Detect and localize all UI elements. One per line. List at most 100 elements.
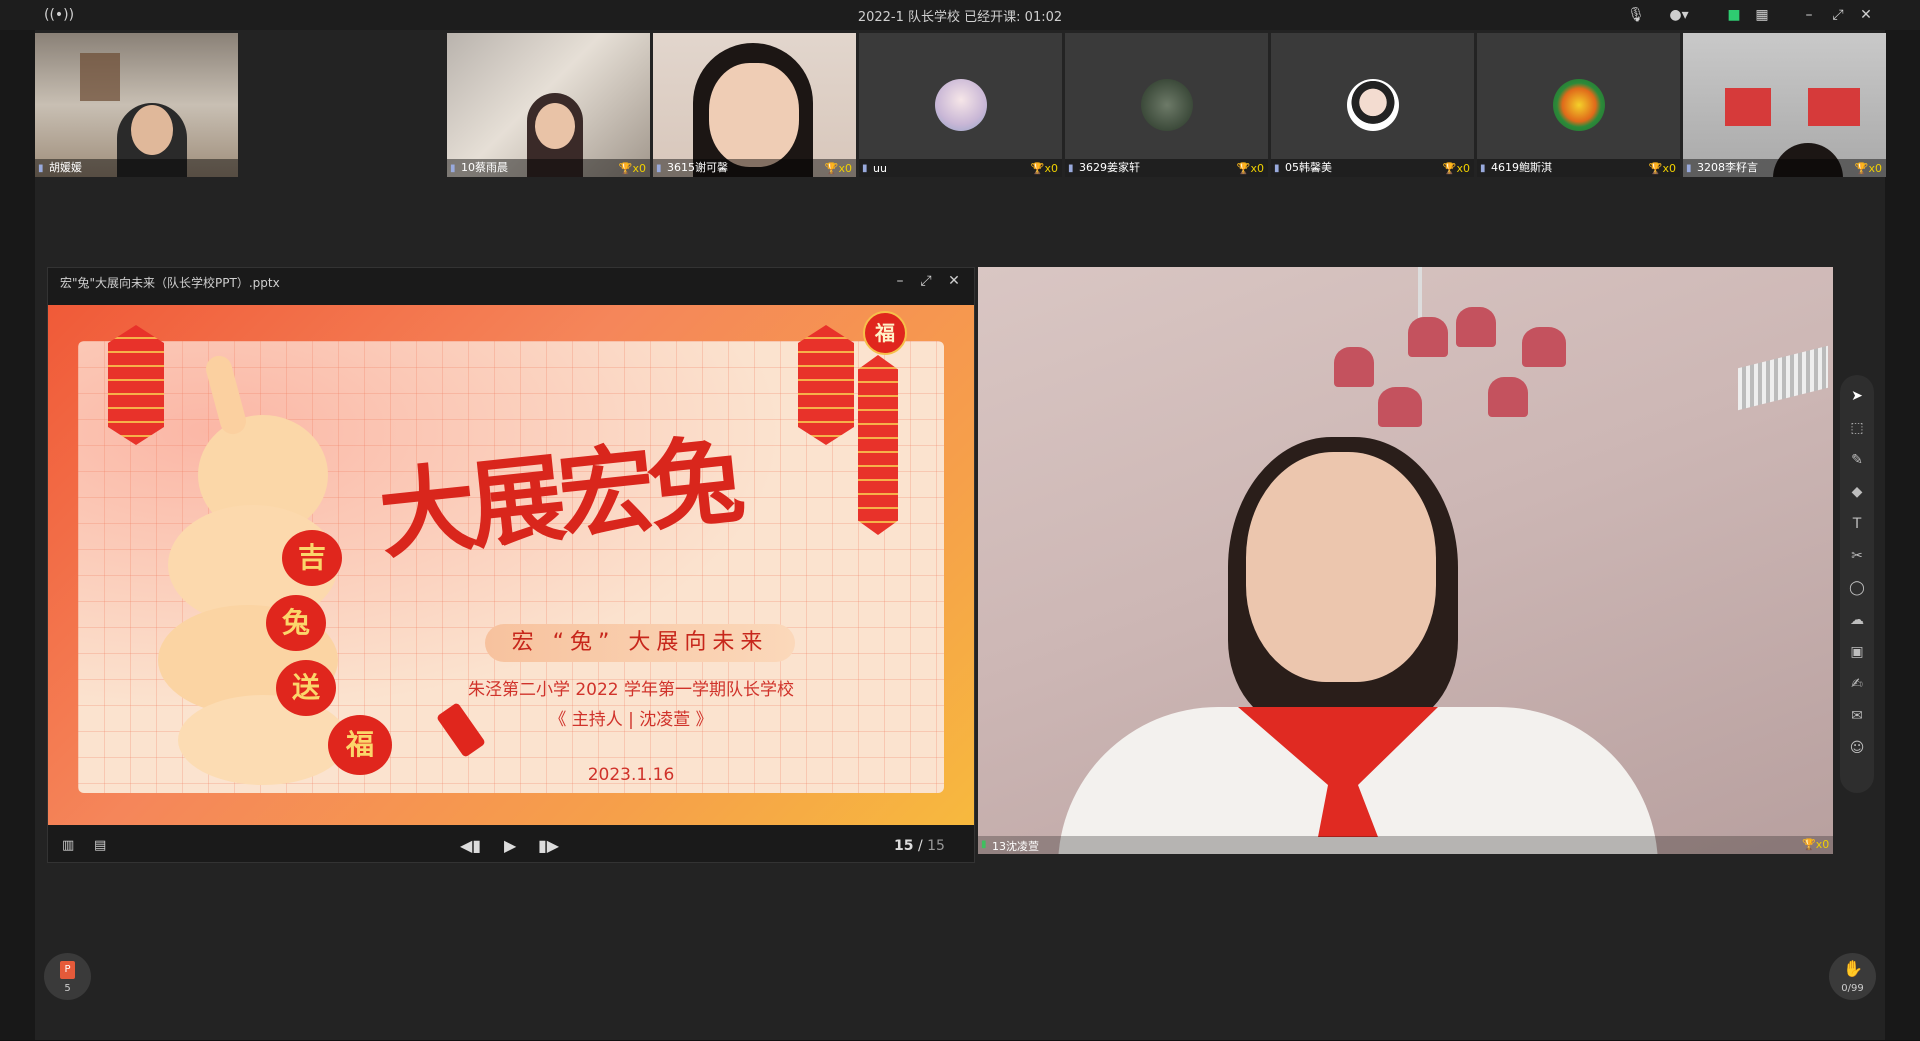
participant-name: 05韩馨美: [1285, 161, 1332, 174]
page-separator: /: [917, 838, 923, 854]
poster-shape: [1725, 88, 1771, 126]
participant-tile[interactable]: ▮ 05韩馨美 🏆x0: [1271, 33, 1474, 177]
total-pages: 15: [927, 838, 945, 854]
raise-hand-button[interactable]: ✋ 0/99: [1829, 953, 1876, 1000]
participant-tile[interactable]: ▮ 胡媛媛: [35, 33, 238, 177]
trophy-value: x0: [632, 162, 646, 175]
toolbox-icon[interactable]: ▣: [1846, 641, 1868, 663]
participant-name: 10蔡雨晨: [461, 161, 508, 174]
avatar: [1553, 79, 1605, 131]
trophy-count: 🏆x0: [1236, 162, 1264, 175]
face-shape: [131, 105, 173, 155]
trophy-value: x0: [1662, 162, 1676, 175]
ppt-list-button[interactable]: P 5: [44, 953, 91, 1000]
mic-icon: ▮: [1068, 163, 1074, 174]
participant-name: 胡媛媛: [49, 161, 82, 174]
mic-icon: ▮: [1480, 163, 1486, 174]
thumbnail-view-icon[interactable]: ▥: [62, 838, 80, 854]
ppt-controls: ▥ ▤ ◀▮ ▶ ▮▶ 15 / 15: [48, 832, 974, 862]
hand-count: 0/99: [1841, 983, 1864, 994]
participant-name: 3208李籽言: [1697, 161, 1758, 174]
face-shape: [1246, 452, 1436, 682]
prev-slide-icon[interactable]: ◀▮: [460, 836, 482, 856]
title-bar: ((•)) 2022-1 队长学校 已经开课: 01:02 🎙▾ ●▾ ■ ▦ …: [0, 0, 1920, 45]
slide-date: 2023.1.16: [587, 765, 675, 785]
minimize-button[interactable]: –: [1797, 4, 1821, 26]
select-icon[interactable]: ⬚: [1846, 417, 1868, 439]
avatar: [1141, 79, 1193, 131]
trophy-count: 🏆x0: [824, 162, 852, 175]
participant-name: uu: [873, 162, 887, 175]
play-icon[interactable]: ▶: [504, 836, 526, 856]
grid-icon[interactable]: ▦: [1750, 4, 1774, 26]
ppt-window[interactable]: 宏"兔"大展向未来（队长学校PPT）.pptx – ⤢ ✕ 福 吉 兔 送 福 …: [47, 267, 975, 863]
ppt-file-icon: P: [60, 961, 75, 979]
mic-icon: ▮: [1274, 163, 1280, 174]
avatar: [1347, 79, 1399, 131]
trophy-value: x0: [1456, 162, 1470, 175]
share-icon[interactable]: ■: [1722, 4, 1746, 26]
lantern: 送: [276, 660, 336, 716]
fu-badge: 福: [863, 311, 907, 355]
users-icon[interactable]: ☺: [1846, 737, 1868, 759]
ppt-minimize-button[interactable]: –: [889, 270, 911, 292]
slide: 福 吉 兔 送 福 大展宏兔 宏 “兔” 大展向未来 朱泾第二小学 2022 学…: [48, 305, 974, 825]
trophy-count: 🏆x0: [1854, 162, 1882, 175]
pen-icon[interactable]: ✎: [1846, 449, 1868, 471]
trophy-value: x0: [1044, 162, 1058, 175]
trophy-value: x0: [1250, 162, 1264, 175]
eraser-icon[interactable]: ◆: [1846, 481, 1868, 503]
hand-icon: ✋: [1843, 959, 1863, 978]
mic-icon[interactable]: 🎙▾: [1624, 4, 1648, 45]
ppt-maximize-button[interactable]: ⤢: [915, 270, 937, 292]
participant-tile[interactable]: ▮ 3208李籽言 🏆x0: [1683, 33, 1886, 177]
participant-name: 4619鲍斯淇: [1491, 161, 1552, 174]
close-button[interactable]: ✕: [1854, 4, 1878, 26]
cloud-icon[interactable]: ☁: [1846, 609, 1868, 631]
slide-subtitle: 宏 “兔” 大展向未来: [485, 624, 795, 662]
lantern: 兔: [266, 595, 326, 651]
page-indicator: 15 / 15: [894, 838, 945, 854]
trophy-count: 🏆x0: [1030, 162, 1058, 175]
whiteboard-toolbar: ➤ ⬚ ✎ ◆ T ✂ ◯ ☁ ▣ ✍ ✉ ☺: [1840, 375, 1874, 793]
ppt-close-button[interactable]: ✕: [943, 270, 965, 292]
participant-tile[interactable]: ▮ 4619鲍斯淇 🏆x0: [1477, 33, 1680, 177]
participant-tile[interactable]: ▮ 3615谢可馨 🏆x0: [653, 33, 856, 177]
trophy-count: 🏆x0: [618, 162, 646, 175]
participant-tile[interactable]: ▮ 10蔡雨晨 🏆x0: [447, 33, 650, 177]
ppt-count: 5: [64, 983, 71, 994]
scissors-icon[interactable]: ✂: [1846, 545, 1868, 567]
participant-tile[interactable]: ▮ uu 🏆x0: [859, 33, 1062, 177]
participant-name: 3615谢可馨: [667, 161, 728, 174]
face-shape: [535, 103, 575, 149]
main-speaker-name: 13沈凌萱: [992, 840, 1039, 853]
poster-shape: [1808, 88, 1860, 126]
lamp-shade: [1522, 327, 1566, 367]
mic-icon: ▮: [450, 163, 456, 174]
edit-icon[interactable]: ✍: [1846, 673, 1868, 695]
camera-icon[interactable]: ●▾: [1664, 4, 1694, 26]
firecracker-left: [108, 325, 164, 445]
trophy-count: 🏆x0: [1442, 162, 1470, 175]
cursor-icon[interactable]: ➤: [1846, 385, 1868, 407]
trophy-value: x0: [1815, 838, 1830, 851]
trophy-count: 🏆x0: [1802, 838, 1830, 851]
text-icon[interactable]: T: [1846, 513, 1868, 535]
slide-host-line: 《 主持人 | 沈凌萱 》: [549, 710, 713, 730]
avatar: [935, 79, 987, 131]
main-video[interactable]: ▮ 13沈凌萱 🏆x0: [978, 267, 1833, 854]
lamp-shade: [1334, 347, 1374, 387]
face-shape: [709, 63, 799, 167]
trophy-count: 🏆x0: [1648, 162, 1676, 175]
chat-icon[interactable]: ✉: [1846, 705, 1868, 727]
participant-name: 3629姜家轩: [1079, 161, 1140, 174]
next-slide-icon[interactable]: ▮▶: [538, 836, 560, 856]
restore-button[interactable]: ⤢: [1826, 4, 1850, 26]
participant-tile[interactable]: ▮ 3629姜家轩 🏆x0: [1065, 33, 1268, 177]
mic-icon: ▮: [656, 163, 662, 174]
firecracker-right: [798, 325, 854, 445]
shape-icon[interactable]: ◯: [1846, 577, 1868, 599]
notes-view-icon[interactable]: ▤: [94, 838, 112, 854]
lamp-shade: [1408, 317, 1448, 357]
mic-icon: ▮: [38, 163, 44, 174]
